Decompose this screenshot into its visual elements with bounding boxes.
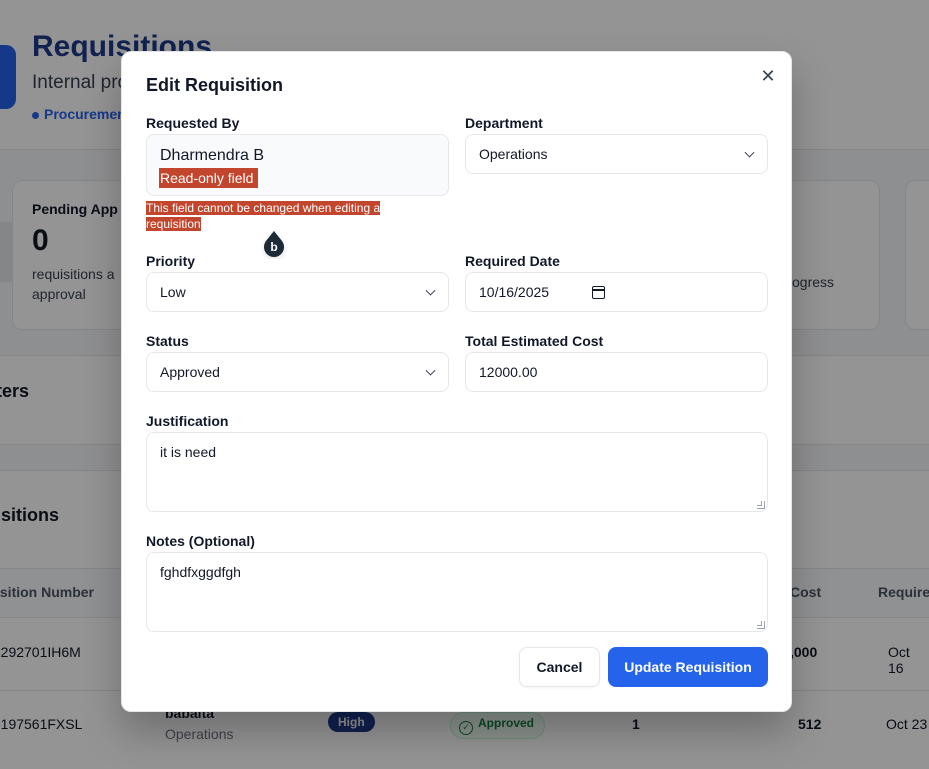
chevron-down-icon <box>744 147 755 158</box>
chevron-down-icon <box>425 285 436 296</box>
total-cost-label: Total Estimated Cost <box>465 333 604 349</box>
required-date-label: Required Date <box>465 253 560 269</box>
required-date-value: 10/16/2025 <box>479 284 550 300</box>
requested-by-label: Requested By <box>146 115 240 131</box>
status-select[interactable]: Approved <box>146 352 449 392</box>
department-select[interactable]: Operations <box>465 134 768 174</box>
calendar-icon[interactable] <box>592 286 605 299</box>
justification-label: Justification <box>146 413 229 429</box>
update-requisition-button[interactable]: Update Requisition <box>608 647 768 687</box>
notes-label: Notes (Optional) <box>146 533 255 549</box>
read-only-tag: Read-only field <box>159 168 259 188</box>
chevron-down-icon <box>425 365 436 376</box>
department-value: Operations <box>479 146 548 162</box>
justification-textarea[interactable]: it is need <box>146 432 768 512</box>
notes-value: fghdfxggdfgh <box>160 564 241 580</box>
helper-text: This field cannot be changed when editin… <box>146 201 381 231</box>
justification-value: it is need <box>160 444 217 460</box>
svg-text:b: b <box>270 240 277 254</box>
notes-textarea[interactable]: fghdfxggdfgh <box>146 552 768 632</box>
close-icon[interactable]: ✕ <box>758 66 778 86</box>
department-label: Department <box>465 115 543 131</box>
requested-by-field: Dharmendra B Read-only field <box>146 134 449 196</box>
cancel-button[interactable]: Cancel <box>519 647 600 687</box>
requested-by-value: Dharmendra B <box>160 147 265 164</box>
total-cost-value: 12000.00 <box>479 364 538 380</box>
edit-requisition-dialog: Edit Requisition ✕ Requested By Dharmend… <box>121 51 792 712</box>
status-label: Status <box>146 333 189 349</box>
total-cost-input[interactable]: 12000.00 <box>465 352 768 392</box>
dialog-title: Edit Requisition <box>146 75 283 95</box>
priority-select[interactable]: Low <box>146 272 449 312</box>
priority-label: Priority <box>146 253 196 269</box>
requested-by-helper: This field cannot be changed when editin… <box>146 200 406 232</box>
drag-handle-icon[interactable]: b <box>261 229 287 259</box>
required-date-input[interactable]: 10/16/2025 <box>465 272 768 312</box>
resize-grip-icon[interactable] <box>757 501 765 509</box>
priority-value: Low <box>160 284 186 300</box>
status-value: Approved <box>160 364 220 380</box>
resize-grip-icon[interactable] <box>757 621 765 629</box>
